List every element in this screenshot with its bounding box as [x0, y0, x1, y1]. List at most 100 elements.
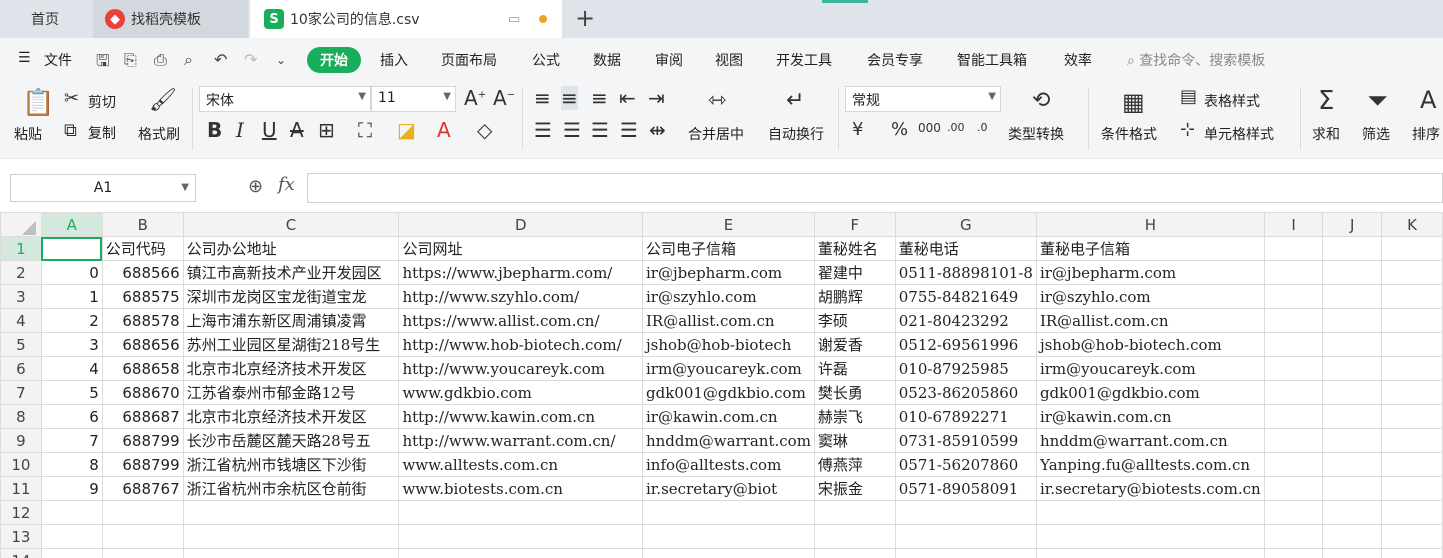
cell-i13[interactable]	[1263, 524, 1324, 549]
cell-j11[interactable]	[1322, 476, 1383, 501]
cell-g10[interactable]: 0571-56207860	[894, 452, 1037, 477]
cell-c7[interactable]: 江苏省泰州市郁金路12号	[182, 380, 400, 405]
export-icon[interactable]: ⎘	[124, 50, 137, 70]
cell-f11[interactable]: 宋振金	[813, 476, 896, 501]
cell-a14[interactable]	[40, 548, 103, 558]
cell-k7[interactable]	[1381, 380, 1443, 405]
cell-h7[interactable]: gdk001@gdkbio.com	[1035, 380, 1265, 405]
column-header-b[interactable]: B	[101, 212, 184, 237]
align-center-icon[interactable]: ☰	[563, 118, 581, 142]
cell-e2[interactable]: ir@jbepharm.com	[641, 260, 815, 285]
cell-e8[interactable]: ir@kawin.com.cn	[641, 404, 815, 429]
cell-j7[interactable]	[1322, 380, 1383, 405]
type-convert-button[interactable]: 类型转换	[1008, 124, 1064, 144]
column-header-k[interactable]: K	[1381, 212, 1443, 237]
menu-page-layout[interactable]: 页面布局	[441, 50, 497, 70]
cell-e3[interactable]: ir@szyhlo.com	[641, 284, 815, 309]
column-header-g[interactable]: G	[894, 212, 1037, 237]
cell-f14[interactable]	[813, 548, 896, 558]
cell-b5[interactable]: 688656	[101, 332, 184, 357]
cell-e5[interactable]: jshob@hob-biotech	[641, 332, 815, 357]
cell-c9[interactable]: 长沙市岳麓区麓天路28号五	[182, 428, 400, 453]
cell-e9[interactable]: hnddm@warrant.com	[641, 428, 815, 453]
row-header[interactable]: 10	[0, 452, 42, 477]
cell-g8[interactable]: 010-67892271	[894, 404, 1037, 429]
cell-d8[interactable]: http://www.kawin.com.cn	[398, 404, 643, 429]
fill-color-icon[interactable]: ◪	[397, 118, 416, 142]
menu-formula[interactable]: 公式	[532, 50, 560, 70]
cell-h6[interactable]: irm@youcareyk.com	[1035, 356, 1265, 381]
cell-g11[interactable]: 0571-89058091	[894, 476, 1037, 501]
row-header[interactable]: 8	[0, 404, 42, 429]
undo-icon[interactable]: ↶	[214, 50, 227, 69]
merge-center-button[interactable]: 合并居中	[688, 124, 744, 144]
row-header[interactable]: 1	[0, 236, 42, 261]
cell-d7[interactable]: www.gdkbio.com	[398, 380, 643, 405]
cell-k8[interactable]	[1381, 404, 1443, 429]
cell-i2[interactable]	[1263, 260, 1324, 285]
cell-f7[interactable]: 樊长勇	[813, 380, 896, 405]
cell-h8[interactable]: ir@kawin.com.cn	[1035, 404, 1265, 429]
cell-b11[interactable]: 688767	[101, 476, 184, 501]
row-header[interactable]: 3	[0, 284, 42, 309]
cell-b6[interactable]: 688658	[101, 356, 184, 381]
currency-icon[interactable]: ¥	[852, 119, 863, 140]
cell-f8[interactable]: 赫崇飞	[813, 404, 896, 429]
menu-insert[interactable]: 插入	[380, 50, 408, 70]
cell-d1[interactable]: 公司网址	[398, 236, 643, 261]
cell-b8[interactable]: 688687	[101, 404, 184, 429]
column-header-e[interactable]: E	[641, 212, 815, 237]
cell-k1[interactable]	[1381, 236, 1443, 261]
cell-i4[interactable]	[1263, 308, 1324, 333]
cell-b14[interactable]	[101, 548, 184, 558]
menu-efficiency[interactable]: 效率	[1064, 50, 1092, 70]
align-left-icon[interactable]: ☰	[534, 118, 552, 142]
row-header[interactable]: 13	[0, 524, 42, 549]
new-tab-plus-icon[interactable]: +	[575, 4, 595, 32]
cell-b9[interactable]: 688799	[101, 428, 184, 453]
cell-k12[interactable]	[1381, 500, 1443, 525]
cell-c2[interactable]: 镇江市高新技术产业开发园区	[182, 260, 400, 285]
cell-j14[interactable]	[1322, 548, 1383, 558]
cell-a9[interactable]: 7	[40, 428, 103, 453]
copy-icon[interactable]: ⧉	[64, 120, 77, 141]
cell-g2[interactable]: 0511-88898101-8	[894, 260, 1037, 285]
menu-developer[interactable]: 开发工具	[776, 50, 832, 70]
cell-h5[interactable]: jshob@hob-biotech.com	[1035, 332, 1265, 357]
cell-a4[interactable]: 2	[40, 308, 103, 333]
sort-icon[interactable]: A	[1420, 86, 1436, 114]
paste-button[interactable]: 粘贴	[14, 124, 42, 144]
cell-g6[interactable]: 010-87925985	[894, 356, 1037, 381]
font-size-select[interactable]: 11 ▼	[371, 86, 456, 112]
column-header-f[interactable]: F	[813, 212, 896, 237]
cell-h9[interactable]: hnddm@warrant.com.cn	[1035, 428, 1265, 453]
increase-decimal-icon[interactable]: .00	[947, 121, 965, 134]
table-style-button[interactable]: 表格样式	[1204, 91, 1260, 111]
cell-c3[interactable]: 深圳市龙岗区宝龙街道宝龙	[182, 284, 400, 309]
cell-j13[interactable]	[1322, 524, 1383, 549]
type-convert-icon[interactable]: ⟲	[1032, 88, 1050, 113]
cell-j4[interactable]	[1322, 308, 1383, 333]
tab-template[interactable]: ◆ 找稻壳模板	[93, 0, 248, 38]
cell-a13[interactable]	[40, 524, 103, 549]
row-header[interactable]: 11	[0, 476, 42, 501]
cell-g3[interactable]: 0755-84821649	[894, 284, 1037, 309]
menu-view[interactable]: 视图	[715, 50, 743, 70]
filter-button[interactable]: 筛选	[1362, 124, 1390, 144]
border-icon[interactable]: ⊞	[318, 118, 335, 142]
conditional-format-icon[interactable]: ▦	[1122, 88, 1145, 116]
menu-file[interactable]: 文件	[44, 50, 72, 70]
cell-f3[interactable]: 胡鹏辉	[813, 284, 896, 309]
cell-j10[interactable]	[1322, 452, 1383, 477]
cell-i1[interactable]	[1263, 236, 1324, 261]
cell-h14[interactable]	[1035, 548, 1265, 558]
cell-d6[interactable]: http://www.youcareyk.com	[398, 356, 643, 381]
merge-center-icon[interactable]: ⇿	[708, 88, 726, 113]
tab-home[interactable]: 首页	[0, 0, 90, 38]
percent-icon[interactable]: %	[891, 119, 908, 140]
cell-e14[interactable]	[641, 548, 815, 558]
cell-f9[interactable]: 窦琳	[813, 428, 896, 453]
sum-icon[interactable]: Σ	[1318, 86, 1334, 116]
clear-format-icon[interactable]: ◇	[477, 118, 492, 142]
cell-d12[interactable]	[398, 500, 643, 525]
